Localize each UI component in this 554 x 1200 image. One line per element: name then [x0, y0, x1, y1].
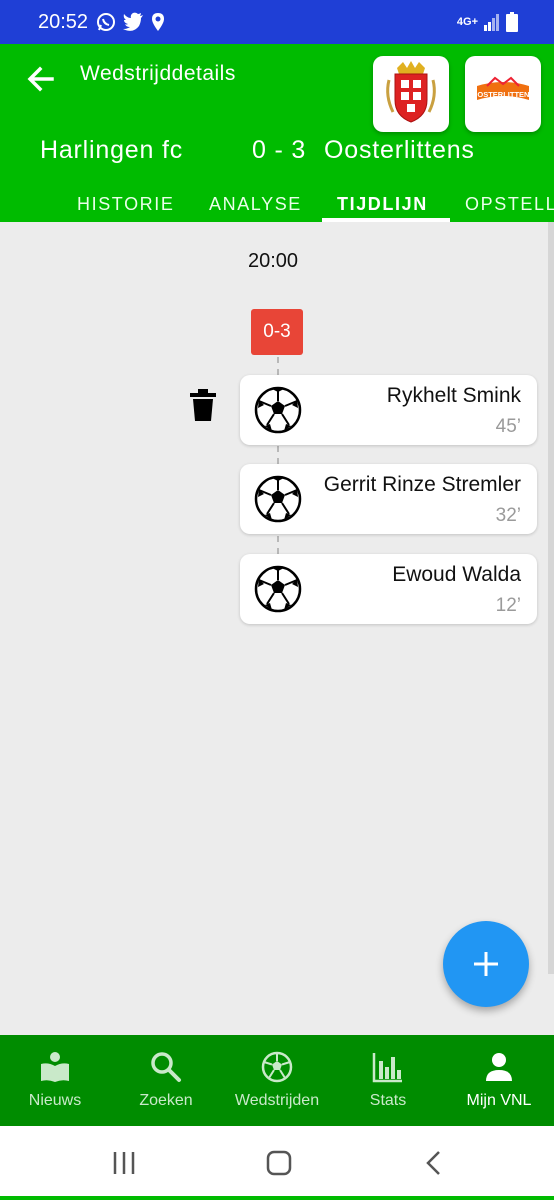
soccer-ball-icon	[254, 565, 302, 613]
scrollbar[interactable]	[548, 222, 554, 974]
status-icons-right: 4G+	[457, 12, 518, 32]
soccer-ball-icon	[261, 1051, 293, 1083]
page-title: Wedstrijddetails	[80, 62, 236, 85]
kick-off-time: 20:00	[248, 250, 299, 272]
nav-label: Stats	[369, 1092, 407, 1109]
system-back-button[interactable]	[424, 1150, 442, 1181]
chevron-left-icon	[426, 1151, 440, 1175]
timeline-connector	[277, 357, 279, 375]
twitter-icon	[123, 12, 143, 31]
tab-historie[interactable]: HISTORIE	[77, 194, 174, 215]
back-button[interactable]	[24, 62, 58, 96]
arrow-left-icon	[27, 66, 54, 92]
away-team-logo[interactable]: OOSTERLITTENS	[465, 56, 541, 132]
timeline-event-card[interactable]: Rykhelt Smink 45’	[240, 375, 537, 445]
person-icon	[486, 1053, 512, 1081]
home-icon	[266, 1150, 292, 1176]
nav-item-stats[interactable]: Stats	[333, 1035, 443, 1126]
nav-item-mijn-vnl[interactable]: Mijn VNL	[444, 1035, 554, 1126]
tab-bar: HISTORIE ANALYSE TIJDLIJN OPSTELL	[0, 190, 554, 368]
score-badge: 0-3	[251, 309, 303, 355]
event-minute: 45’	[495, 416, 521, 437]
event-player-name: Rykhelt Smink	[386, 384, 521, 407]
nav-label: Mijn VNL	[466, 1092, 532, 1109]
timeline-event-card[interactable]: Gerrit Rinze Stremler 32’	[240, 464, 537, 534]
nav-item-wedstrijden[interactable]: Wedstrijden	[222, 1035, 332, 1126]
home-team-logo[interactable]	[373, 56, 449, 132]
nav-label: Zoeken	[139, 1092, 193, 1109]
nav-item-zoeken[interactable]: Zoeken	[111, 1035, 221, 1126]
bottom-nav: Nieuws Zoeken Wedstrijden Stats Mijn VNL	[0, 1035, 554, 1126]
whatsapp-icon	[97, 13, 115, 31]
network-icon: 4G+	[456, 16, 478, 28]
news-icon	[41, 1052, 69, 1082]
soccer-ball-icon	[254, 475, 302, 523]
home-team-name: Harlingen fc	[40, 136, 183, 164]
system-navigation-bar	[0, 1126, 554, 1200]
away-team-name: Oosterlittens	[324, 136, 475, 164]
plus-icon	[474, 952, 498, 976]
battery-icon	[506, 12, 518, 32]
club-banner-icon: OOSTERLITTENS	[472, 76, 535, 100]
event-player-name: Gerrit Rinze Stremler	[323, 473, 521, 496]
event-minute: 32’	[495, 505, 521, 526]
match-score: 0 - 3	[252, 136, 307, 164]
tab-tijdlijn[interactable]: TIJDLIJN	[337, 194, 428, 215]
add-event-button[interactable]	[443, 921, 529, 1007]
soccer-ball-icon	[254, 386, 302, 434]
search-icon	[151, 1052, 181, 1082]
recent-apps-button[interactable]	[112, 1150, 136, 1181]
nav-item-nieuws[interactable]: Nieuws	[0, 1035, 110, 1126]
bar-chart-icon	[372, 1053, 402, 1083]
status-time: 20:52	[38, 11, 89, 33]
tab-analyse[interactable]: ANALYSE	[209, 194, 302, 215]
status-bar: 20:52 4G+	[0, 0, 554, 44]
event-player-name: Ewoud Walda	[392, 563, 521, 586]
trash-icon	[190, 389, 216, 421]
recent-apps-icon	[113, 1152, 135, 1174]
event-minute: 12’	[495, 595, 521, 616]
nav-label: Nieuws	[28, 1092, 82, 1109]
coat-of-arms-icon	[386, 61, 436, 123]
location-icon	[152, 13, 164, 31]
app-header: Wedstrijddetails OOSTERLITTENS Harlingen…	[0, 44, 554, 368]
timeline-event-card[interactable]: Ewoud Walda 12’	[240, 554, 537, 624]
timeline-connector	[277, 536, 279, 554]
timeline-content: 20:00 0-3 Rykhelt Smink 45’ Gerrit Rinze…	[0, 222, 554, 1035]
status-icons-left	[96, 12, 166, 32]
away-logo-text: OOSTERLITTENS	[472, 90, 535, 99]
nav-label: Wedstrijden	[234, 1092, 320, 1109]
timeline-connector	[277, 446, 279, 464]
home-button[interactable]	[266, 1150, 292, 1181]
signal-icon	[484, 14, 499, 31]
tab-opstelling[interactable]: OPSTELL	[465, 194, 554, 215]
delete-button[interactable]	[190, 389, 216, 421]
